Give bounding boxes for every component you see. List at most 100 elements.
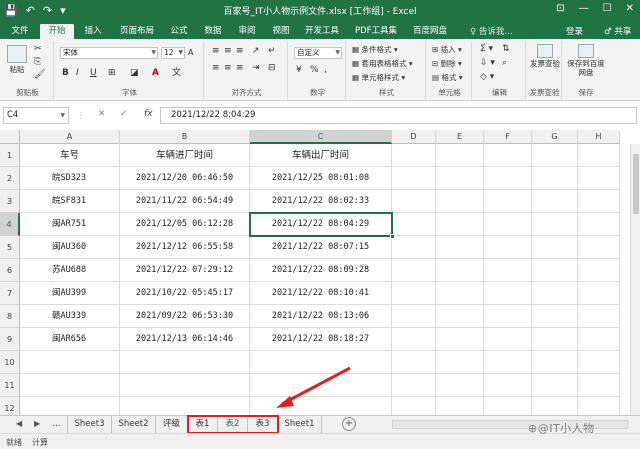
copy-icon[interactable]: ⎘ bbox=[34, 57, 41, 68]
underline-button[interactable]: U bbox=[90, 68, 97, 79]
table-cell[interactable] bbox=[392, 190, 436, 213]
row-header[interactable]: 12 bbox=[0, 397, 20, 415]
row-header[interactable]: 4 bbox=[0, 213, 20, 236]
merge-center-icon[interactable]: ⊟ bbox=[268, 63, 276, 74]
indent-icon[interactable]: ⇥ bbox=[252, 63, 260, 74]
table-cell[interactable] bbox=[20, 397, 120, 415]
table-cell[interactable] bbox=[436, 397, 484, 415]
table-cell[interactable] bbox=[392, 328, 436, 351]
table-cell[interactable] bbox=[392, 305, 436, 328]
name-box[interactable]: C4 ▼ bbox=[3, 107, 69, 124]
border-icon[interactable]: ⊞ bbox=[108, 68, 116, 79]
next-sheet-icon[interactable]: ▶ bbox=[34, 419, 40, 428]
enter-formula-button[interactable]: ✓ bbox=[120, 109, 128, 119]
font-color-icon[interactable]: A bbox=[152, 68, 159, 79]
table-cell[interactable] bbox=[436, 351, 484, 374]
table-cell[interactable] bbox=[250, 374, 392, 397]
currency-icon[interactable]: ¥ bbox=[296, 65, 302, 76]
tell-me-search[interactable]: ♀ 告诉我... bbox=[470, 25, 513, 37]
clear-icon[interactable]: ◇ ▾ bbox=[480, 72, 494, 83]
table-cell[interactable]: 2021/12/05 06:12:28 bbox=[120, 213, 250, 236]
font-name-select[interactable]: 宋体 ▼ bbox=[60, 47, 158, 59]
tab-home[interactable]: 开始 bbox=[40, 24, 74, 39]
table-cell[interactable] bbox=[392, 397, 436, 415]
table-cell[interactable]: 2021/12/12 06:55:58 bbox=[120, 236, 250, 259]
table-cell[interactable]: 2021/12/20 06:46:50 bbox=[120, 167, 250, 190]
table-cell[interactable] bbox=[578, 213, 620, 236]
table-header-cell[interactable] bbox=[436, 144, 484, 167]
table-cell[interactable] bbox=[392, 351, 436, 374]
table-cell[interactable] bbox=[532, 259, 578, 282]
vertical-scrollbar[interactable] bbox=[630, 144, 640, 415]
table-cell[interactable] bbox=[484, 328, 532, 351]
table-cell[interactable] bbox=[436, 282, 484, 305]
tab-insert[interactable]: 插入 bbox=[80, 24, 106, 39]
table-cell[interactable] bbox=[20, 374, 120, 397]
table-header-cell[interactable] bbox=[484, 144, 532, 167]
table-cell[interactable] bbox=[484, 397, 532, 415]
table-cell[interactable]: 皖SD323 bbox=[20, 167, 120, 190]
paste-button[interactable]: 粘贴 bbox=[4, 45, 30, 75]
share-button[interactable]: ♂ 共享 bbox=[604, 25, 631, 37]
table-cell[interactable]: 2021/12/13 06:14:46 bbox=[120, 328, 250, 351]
sheet-tab-sheet3[interactable]: Sheet3 bbox=[68, 416, 112, 433]
align-center-icon[interactable]: ≡ bbox=[224, 63, 232, 74]
table-cell[interactable]: 皖SF831 bbox=[20, 190, 120, 213]
column-header[interactable]: D bbox=[392, 130, 436, 144]
autosum-icon[interactable]: Σ ▾ bbox=[480, 44, 493, 55]
row-header[interactable]: 9 bbox=[0, 328, 20, 351]
table-cell[interactable] bbox=[484, 374, 532, 397]
table-cell[interactable] bbox=[392, 282, 436, 305]
prev-sheet-icon[interactable]: ◀ bbox=[16, 419, 22, 428]
save-to-netdisk-button[interactable]: 保存到百度网盘 bbox=[566, 44, 606, 77]
table-cell[interactable] bbox=[392, 167, 436, 190]
table-cell[interactable] bbox=[532, 282, 578, 305]
table-cell[interactable]: 2021/12/25 08:01:08 bbox=[250, 167, 392, 190]
table-cell[interactable]: 赣AU339 bbox=[20, 305, 120, 328]
invoice-check-button[interactable]: 发票查验 bbox=[530, 44, 560, 68]
table-cell[interactable] bbox=[578, 374, 620, 397]
add-sheet-button[interactable]: + bbox=[342, 417, 356, 431]
font-size-select[interactable]: 12 ▼ bbox=[161, 47, 185, 59]
close-icon[interactable]: ✕ bbox=[626, 3, 634, 14]
table-header-cell[interactable] bbox=[578, 144, 620, 167]
table-cell[interactable]: 闽AR656 bbox=[20, 328, 120, 351]
tab-data[interactable]: 数据 bbox=[200, 24, 226, 39]
table-cell[interactable]: 2021/11/22 06:54:49 bbox=[120, 190, 250, 213]
tab-formulas[interactable]: 公式 bbox=[166, 24, 192, 39]
fill-handle[interactable] bbox=[390, 234, 395, 239]
table-cell[interactable] bbox=[532, 167, 578, 190]
table-cell[interactable] bbox=[484, 305, 532, 328]
table-header-cell[interactable] bbox=[532, 144, 578, 167]
table-cell[interactable] bbox=[532, 374, 578, 397]
table-cell[interactable] bbox=[578, 282, 620, 305]
orientation-icon[interactable]: ↗ bbox=[252, 46, 260, 57]
tab-developer[interactable]: 开发工具 bbox=[300, 24, 344, 39]
number-format-select[interactable]: 自定义 ▼ bbox=[294, 47, 342, 59]
column-header[interactable]: F bbox=[484, 130, 532, 144]
table-cell[interactable] bbox=[532, 397, 578, 415]
scroll-thumb[interactable] bbox=[633, 154, 639, 214]
sheet-tab-sheet1[interactable]: Sheet1 bbox=[278, 416, 322, 433]
table-cell[interactable]: 闽AU360 bbox=[20, 236, 120, 259]
table-header-cell[interactable] bbox=[392, 144, 436, 167]
insert-cells-button[interactable]: ⊞ 插入 ▾ bbox=[432, 44, 462, 55]
phonetic-icon[interactable]: 文 bbox=[172, 68, 181, 79]
select-all-corner[interactable] bbox=[0, 130, 20, 144]
italic-button[interactable]: I bbox=[76, 68, 79, 79]
tab-review[interactable]: 审阅 bbox=[234, 24, 260, 39]
maximize-icon[interactable]: ☐ bbox=[603, 3, 612, 14]
sheet-tab-rating[interactable]: 评级 bbox=[156, 416, 188, 433]
table-header-cell[interactable]: 车辆进厂时间 bbox=[120, 144, 250, 167]
table-cell[interactable] bbox=[578, 397, 620, 415]
table-cell[interactable]: 2021/12/22 07:29:12 bbox=[120, 259, 250, 282]
table-cell[interactable] bbox=[436, 374, 484, 397]
table-header-cell[interactable]: 车号 bbox=[20, 144, 120, 167]
table-cell[interactable] bbox=[578, 351, 620, 374]
table-cell[interactable] bbox=[120, 374, 250, 397]
column-header[interactable]: G bbox=[532, 130, 578, 144]
grow-font-icon[interactable]: A bbox=[188, 47, 193, 58]
tab-baidu-netdisk[interactable]: 百度网盘 bbox=[408, 24, 452, 39]
table-cell[interactable]: 2021/09/22 06:53:30 bbox=[120, 305, 250, 328]
row-header[interactable]: 11 bbox=[0, 374, 20, 397]
